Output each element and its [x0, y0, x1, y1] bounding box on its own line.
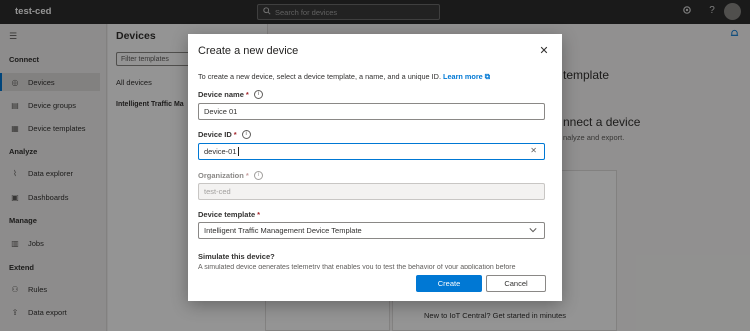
simulate-description: A simulated device generates telemetry t…	[198, 264, 516, 269]
organization-value: test-ced	[204, 187, 231, 196]
organization-label: Organization * i	[198, 171, 263, 180]
device-id-value: device-01	[204, 147, 237, 156]
dialog-title: Create a new device	[198, 45, 299, 57]
device-name-label: Device name * i	[198, 90, 263, 99]
info-icon[interactable]: i	[241, 130, 251, 139]
create-button[interactable]: Create	[416, 275, 482, 292]
device-id-field[interactable]: device-01 ✕	[198, 143, 545, 160]
dialog-intro: To create a new device, select a device …	[198, 72, 490, 82]
external-link-icon: ⧉	[484, 72, 490, 81]
device-template-value: Intelligent Traffic Management Device Te…	[204, 226, 362, 235]
dialog-intro-text: To create a new device, select a device …	[198, 72, 441, 81]
chevron-down-icon	[529, 226, 537, 236]
device-name-field[interactable]: Device 01	[198, 103, 545, 120]
clear-icon[interactable]: ✕	[530, 146, 537, 155]
info-icon[interactable]: i	[253, 171, 263, 180]
info-icon[interactable]: i	[253, 90, 263, 99]
learn-more-link[interactable]: Learn more ⧉	[443, 72, 490, 81]
device-name-value: Device 01	[204, 107, 238, 116]
text-caret	[237, 147, 239, 156]
simulate-label: Simulate this device?	[198, 252, 275, 261]
device-template-label: Device template *	[198, 210, 261, 219]
create-device-dialog: Create a new device ✕ To create a new de…	[188, 34, 562, 301]
organization-field: test-ced	[198, 183, 545, 200]
cancel-button[interactable]: Cancel	[486, 275, 546, 292]
device-id-label: Device ID * i	[198, 130, 251, 139]
device-template-select[interactable]: Intelligent Traffic Management Device Te…	[198, 222, 545, 239]
close-icon[interactable]: ✕	[538, 44, 550, 57]
